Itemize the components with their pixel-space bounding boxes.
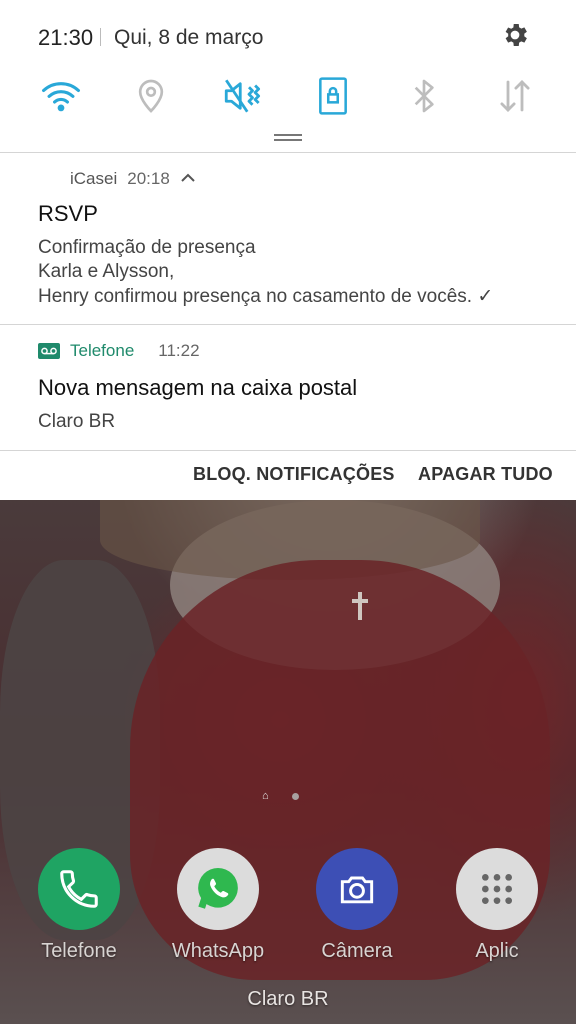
- whatsapp-icon[interactable]: [177, 848, 259, 930]
- shade-expand-handle[interactable]: [274, 134, 302, 141]
- phone-icon[interactable]: [38, 848, 120, 930]
- clear-all-button[interactable]: APAGAR TUDO: [418, 464, 553, 485]
- notification-text: Claro BR: [38, 411, 116, 432]
- notification-time: 20:18: [127, 169, 170, 188]
- dock-app-camera[interactable]: Câmera: [292, 848, 422, 963]
- notification-actions: BLOQ. NOTIFICAÇÕES APAGAR TUDO: [0, 452, 576, 500]
- voicemail-icon: [38, 343, 60, 359]
- clock: 21:30: [38, 25, 94, 50]
- notification-title: Nova mensagem na caixa postal: [38, 375, 358, 400]
- mobile-data-icon[interactable]: [491, 72, 539, 120]
- wifi-icon[interactable]: [37, 72, 85, 120]
- collapse-chevron-up-icon[interactable]: [180, 169, 196, 189]
- dock-app-label: Telefone: [41, 940, 117, 962]
- dock-app-label: Aplic: [475, 940, 519, 962]
- page-indicator: ⌂: [262, 788, 299, 804]
- dock-app-apps[interactable]: Aplic: [432, 848, 562, 963]
- page-dot[interactable]: [292, 792, 299, 800]
- dock-app-label: Câmera: [321, 940, 393, 962]
- camera-icon[interactable]: [316, 848, 398, 930]
- apps-icon[interactable]: [456, 848, 538, 930]
- carrier-label: Claro BR: [247, 988, 329, 1010]
- date[interactable]: Qui, 8 de março: [114, 26, 263, 50]
- dock-app-telefone[interactable]: Telefone: [14, 848, 144, 963]
- notification-time: 11:22: [158, 341, 200, 360]
- wallpaper-cross-pendant: [352, 592, 368, 620]
- notification-telefone[interactable]: Telefone 11:22 Nova mensagem na caixa po…: [0, 325, 576, 450]
- home-page-icon[interactable]: ⌂: [262, 790, 274, 802]
- notification-title: RSVP: [38, 201, 98, 226]
- notification-icasei[interactable]: iCasei 20:18 RSVP Confirmação de presenç…: [0, 153, 576, 324]
- notification-header: Telefone 11:22: [38, 341, 210, 361]
- notification-text: Karla e Alysson,: [38, 261, 175, 282]
- rotation-lock-icon[interactable]: [309, 72, 357, 120]
- dock-app-whatsapp[interactable]: WhatsApp: [153, 848, 283, 963]
- quick-settings-row: [0, 72, 576, 124]
- settings-gear-icon[interactable]: [500, 20, 530, 50]
- notification-text: Henry confirmou presença no casamento de…: [38, 286, 494, 307]
- block-notifications-button[interactable]: BLOQ. NOTIFICAÇÕES: [193, 464, 395, 485]
- notification-app-name: iCasei: [70, 169, 118, 188]
- dock: Telefone WhatsApp Câmera Aplic: [0, 848, 576, 968]
- notification-app-name: Telefone: [70, 341, 135, 360]
- sound-vibrate-icon[interactable]: [218, 72, 266, 120]
- notification-text: Confirmação de presença: [38, 237, 256, 258]
- status-separator: [100, 28, 101, 46]
- notification-shade: 21:30 Qui, 8 de março iCasei 20:18 RSVP …: [0, 0, 576, 500]
- bluetooth-icon[interactable]: [400, 72, 448, 120]
- divider: [0, 450, 576, 451]
- notification-header: iCasei 20:18: [70, 169, 196, 189]
- location-icon[interactable]: [127, 72, 175, 120]
- status-row: 21:30 Qui, 8 de março: [0, 0, 576, 72]
- dock-app-label: WhatsApp: [171, 940, 265, 962]
